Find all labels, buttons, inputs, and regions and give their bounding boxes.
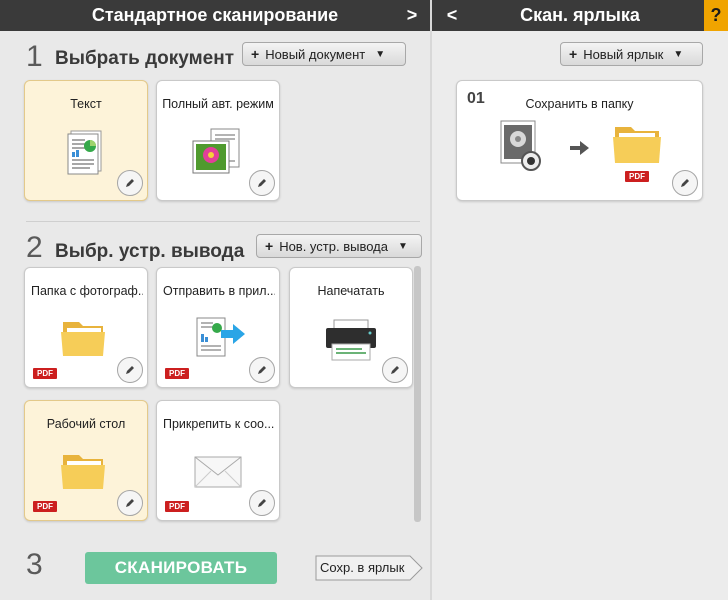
new-shortcut-label: Новый ярлык bbox=[583, 46, 664, 62]
card-label: Рабочий стол bbox=[46, 417, 126, 431]
section-separator bbox=[26, 221, 420, 222]
edit-pencil-button[interactable] bbox=[117, 490, 143, 516]
shortcut-label: Сохранить в папку bbox=[525, 97, 634, 111]
folder-icon bbox=[57, 312, 117, 364]
caret-down-icon: ▼ bbox=[673, 48, 684, 60]
printer-icon bbox=[322, 312, 382, 364]
card-label: Напечатать bbox=[317, 284, 385, 298]
caret-down-icon: ▼ bbox=[397, 240, 408, 252]
scanned-photo-gear-icon bbox=[497, 119, 547, 175]
output-card-photo-folder[interactable]: Папка с фотограф... PDF bbox=[24, 267, 148, 388]
folder-icon bbox=[57, 445, 117, 497]
pdf-badge: PDF bbox=[165, 501, 189, 512]
help-button[interactable]: ? bbox=[704, 0, 728, 31]
collapse-chevron-icon[interactable]: > bbox=[400, 0, 424, 31]
plus-icon: + bbox=[251, 46, 260, 62]
edit-pencil-button[interactable] bbox=[249, 490, 275, 516]
right-header-title: Скан. ярлыка bbox=[520, 5, 640, 25]
envelope-icon bbox=[189, 445, 249, 497]
text-document-icon bbox=[57, 125, 117, 177]
photo-document-icon bbox=[189, 125, 249, 177]
output-card-desktop[interactable]: Рабочий стол PDF bbox=[24, 400, 148, 521]
step-3-number: 3 bbox=[26, 548, 43, 581]
edit-pencil-button[interactable] bbox=[382, 357, 408, 383]
output-card-print[interactable]: Напечатать bbox=[289, 267, 413, 388]
output-card-send-to-app[interactable]: Отправить в прил... PDF bbox=[156, 267, 280, 388]
left-header-title: Стандартное сканирование bbox=[91, 5, 339, 25]
back-chevron-icon[interactable]: < bbox=[440, 0, 464, 31]
new-document-label: Новый документ bbox=[265, 46, 366, 62]
document-card-full-auto[interactable]: Полный авт. режим bbox=[156, 80, 280, 201]
plus-icon: + bbox=[569, 46, 578, 62]
card-label: Полный авт. режим bbox=[162, 97, 274, 111]
new-document-button[interactable]: + Новый документ ▼ bbox=[242, 42, 406, 66]
new-output-label: Нов. устр. вывода bbox=[279, 238, 388, 254]
scan-button[interactable]: СКАНИРОВАТЬ bbox=[85, 552, 277, 584]
caret-down-icon: ▼ bbox=[375, 48, 386, 60]
pdf-badge: PDF bbox=[165, 368, 189, 379]
new-shortcut-button[interactable]: + Новый ярлык ▼ bbox=[560, 42, 703, 66]
document-card-text[interactable]: Текст bbox=[24, 80, 148, 201]
send-to-app-icon bbox=[189, 312, 249, 364]
edit-pencil-button[interactable] bbox=[249, 170, 275, 196]
save-to-shortcut-button[interactable]: Сохр. в ярлык bbox=[314, 555, 424, 581]
save-to-shortcut-label: Сохр. в ярлык bbox=[320, 560, 405, 575]
left-header: Стандартное сканирование > bbox=[0, 0, 430, 31]
step-1-title: Выбрать документ bbox=[55, 48, 235, 69]
card-label: Текст bbox=[70, 97, 102, 111]
edit-pencil-button[interactable] bbox=[117, 170, 143, 196]
card-label: Прикрепить к соо... bbox=[163, 417, 275, 431]
edit-pencil-button[interactable] bbox=[117, 357, 143, 383]
new-output-device-button[interactable]: + Нов. устр. вывода ▼ bbox=[256, 234, 422, 258]
step-2-title: Выбр. устр. вывода bbox=[55, 241, 245, 262]
shortcut-card-01[interactable]: 01 Сохранить в папку PDF bbox=[456, 80, 703, 201]
arrow-right-icon bbox=[570, 141, 590, 155]
edit-pencil-button[interactable] bbox=[249, 357, 275, 383]
folder-icon bbox=[609, 119, 669, 171]
edit-pencil-button[interactable] bbox=[672, 170, 698, 196]
pdf-badge: PDF bbox=[33, 501, 57, 512]
output-card-attach-to-message[interactable]: Прикрепить к соо... PDF bbox=[156, 400, 280, 521]
plus-icon: + bbox=[265, 238, 274, 254]
card-label: Отправить в прил... bbox=[163, 284, 275, 298]
step-2-number: 2 bbox=[26, 231, 43, 264]
card-label: Папка с фотограф... bbox=[31, 284, 143, 298]
right-header: < Скан. ярлыка bbox=[432, 0, 728, 31]
pdf-badge: PDF bbox=[33, 368, 57, 379]
pdf-badge: PDF bbox=[625, 171, 649, 182]
step-1-number: 1 bbox=[26, 40, 43, 73]
output-list-scrollbar[interactable] bbox=[414, 266, 421, 522]
